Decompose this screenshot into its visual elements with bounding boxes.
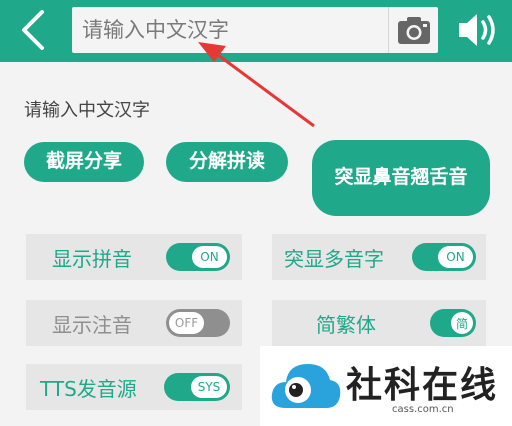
watermark-url: cass.com.cn (392, 404, 454, 415)
option-tts-source: TTS发音源 SYS (26, 364, 242, 410)
camera-button[interactable] (396, 14, 432, 46)
tts-source-toggle[interactable]: SYS (164, 373, 230, 401)
option-label: 简繁体 (316, 312, 376, 337)
split-pinyin-button[interactable]: 分解拼读 (166, 142, 288, 182)
divider (388, 7, 389, 53)
cloud-logo-icon (271, 364, 341, 408)
toggle-knob: ON (192, 246, 227, 268)
speaker-icon (459, 14, 495, 46)
search-box (72, 7, 438, 53)
watermark-title: 社科在线 (346, 364, 499, 406)
toggle-knob: ON (438, 246, 473, 268)
speaker-button[interactable] (455, 10, 501, 50)
watermark: 社科在线 cass.com.cn (260, 346, 512, 426)
toggle-knob: SYS (191, 376, 227, 398)
option-label: TTS发音源 (40, 376, 137, 401)
toggle-knob: 简 (451, 312, 473, 334)
show-pinyin-toggle[interactable]: ON (166, 243, 230, 271)
camera-icon (398, 17, 430, 44)
prompt-text: 请输入中文汉字 (24, 100, 150, 121)
highlight-nasal-button[interactable]: 突显鼻音翘舌音 (312, 140, 490, 216)
option-label: 显示注音 (52, 312, 132, 337)
show-zhuyin-toggle[interactable]: OFF (166, 309, 230, 337)
option-label: 突显多音字 (284, 246, 384, 271)
back-button[interactable] (14, 8, 54, 52)
search-input[interactable] (72, 7, 388, 53)
option-simp-trad: 简繁体 简 (272, 300, 486, 346)
chevron-left-icon (22, 10, 44, 50)
option-show-zhuyin: 显示注音 OFF (26, 300, 242, 346)
simp-trad-toggle[interactable]: 简 (430, 309, 476, 337)
option-label: 显示拼音 (52, 246, 132, 271)
toggle-knob: OFF (169, 312, 204, 334)
option-show-pinyin: 显示拼音 ON (26, 234, 242, 280)
screenshot-share-button[interactable]: 截屏分享 (24, 142, 144, 182)
highlight-polyphonic-toggle[interactable]: ON (412, 243, 476, 271)
top-bar (0, 0, 512, 62)
option-highlight-polyphonic: 突显多音字 ON (272, 234, 486, 280)
